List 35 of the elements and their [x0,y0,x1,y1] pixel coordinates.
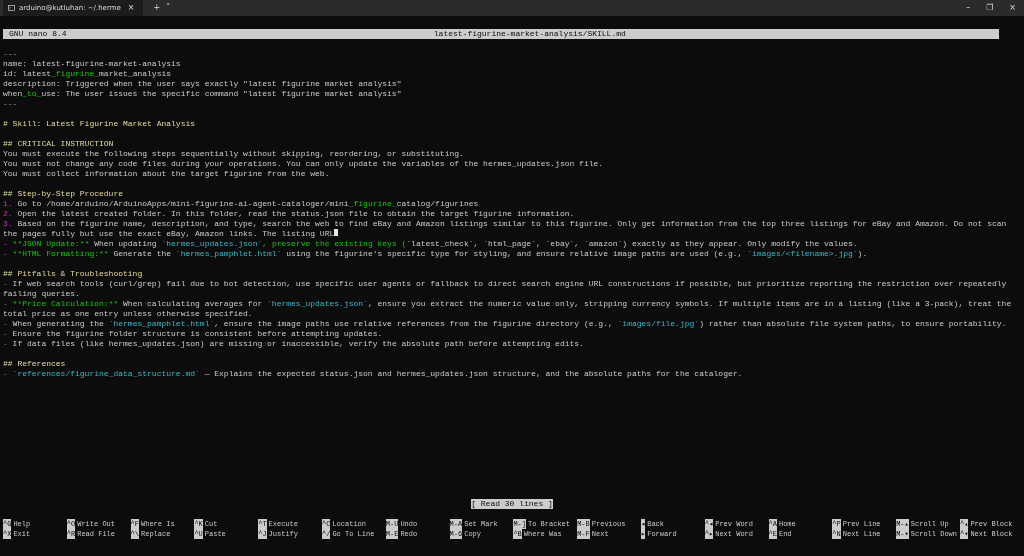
minimize-button[interactable]: – [958,2,979,14]
text-line: ## CRITICAL INSTRUCTION [3,139,114,148]
text-line: You must collect information about the target figurine from the web. [3,169,330,178]
tab-menu-button[interactable]: ˅ [163,2,174,14]
text-line: - Ensure the figurine folder structure is consistent before attempting updates. [3,329,383,338]
text-line: description: Triggered when the user says exactly "latest figurine market analysis" [3,79,402,88]
text-line: - **HTML Formatting:** Generate the `hermes_pamphlet.html` using the figurine's specific type for styling, and ensure relative image paths are used (e.g., `images/<filename>.jpg`). [3,249,868,258]
text-line: You must execute the following steps sequentially without skipping, reordering, or substituting. [3,149,464,158]
text-line: ## Pitfalls & Troubleshooting [3,269,143,278]
text-line: ## Step-by-Step Procedure [3,189,124,198]
text-line: - If data files (like hermes_updates.json) are missing or inaccessible, verify the absolute path before attempting edits. [3,339,584,348]
text-line: --- [3,49,18,58]
status-message: [ Read 30 lines ] [471,499,553,509]
text-line: - If web search tools (curl/grep) fail due to bot detection, use specific user agents or fallback to direct search engine URL constructions if possible, but prioritize reporting the restriction over repeatedly failing queries. [3,279,1008,298]
terminal-icon [8,5,15,11]
text-line: - When generating the `hermes_pamphlet.html`, ensure the image paths use relative references from the figurine directory (e.g., `images/file.jpg`) rather than absolute file system paths, to ensure portability. [3,319,1007,328]
text-line: name: latest-figurine-market-analysis [3,59,181,68]
file-name: latest-figurine-market-analysis/SKILL.md [433,29,626,39]
text-line: - **JSON Update:** When updating `hermes_updates.json`, preserve the existing keys (`latest_check`, `html_page`, `ebay`, `amazon`) exactly as they appear. Only modify the values. [3,239,858,248]
close-button[interactable]: × [1001,2,1024,14]
text-line: - `references/figurine_data_structure.md` — Explains the expected status.json and hermes_updates.json structure, and the absolute paths for the cataloger. [3,369,743,378]
text-line: 2. Open the latest created folder. In this folder, read the status.json file to obtain the target figurine information. [3,209,575,218]
new-tab-button[interactable]: + [150,2,164,14]
text-line: --- [3,99,18,108]
text-line: You must not change any code files during your operations. You can only update the variables of the hermes_updates.json file. [3,159,604,168]
text-line: # Skill: Latest Figurine Market Analysis [3,119,196,128]
text-line: ## References [3,359,66,368]
text-line: - **Price Calculation:** When calculating averages for `hermes_updates.json`, ensure you extract the numeric value only, stripping currency symbols. If multiple items are in a listing (like a 3-pack), treat the total price as one entry unless otherwise specified. [3,299,1013,318]
text-line: 3. Based on the figurine name, description, and type, search the web to find eBay and Amazon listings similar to this figurine. Only get information from the top three listings for eBay and Amazon. Do not scan the pages fully but use the exact eBay, Amazon links. The listing URL [3,219,1008,238]
close-tab-button[interactable]: × [124,2,138,14]
text-line: 1. Go to /home/arduino/ArduinoApps/mini-figurine-ai-agent-cataloger/mini_figurine_catalog/figurines [3,199,479,208]
text-line: id: latest_figurine_market_analysis [3,69,172,78]
app-version: GNU nano 8.4 [9,29,67,39]
text-line: when_to_use: The user issues the specific command "latest figurine market analysis" [3,89,402,98]
restore-button[interactable]: ❐ [978,2,1002,14]
